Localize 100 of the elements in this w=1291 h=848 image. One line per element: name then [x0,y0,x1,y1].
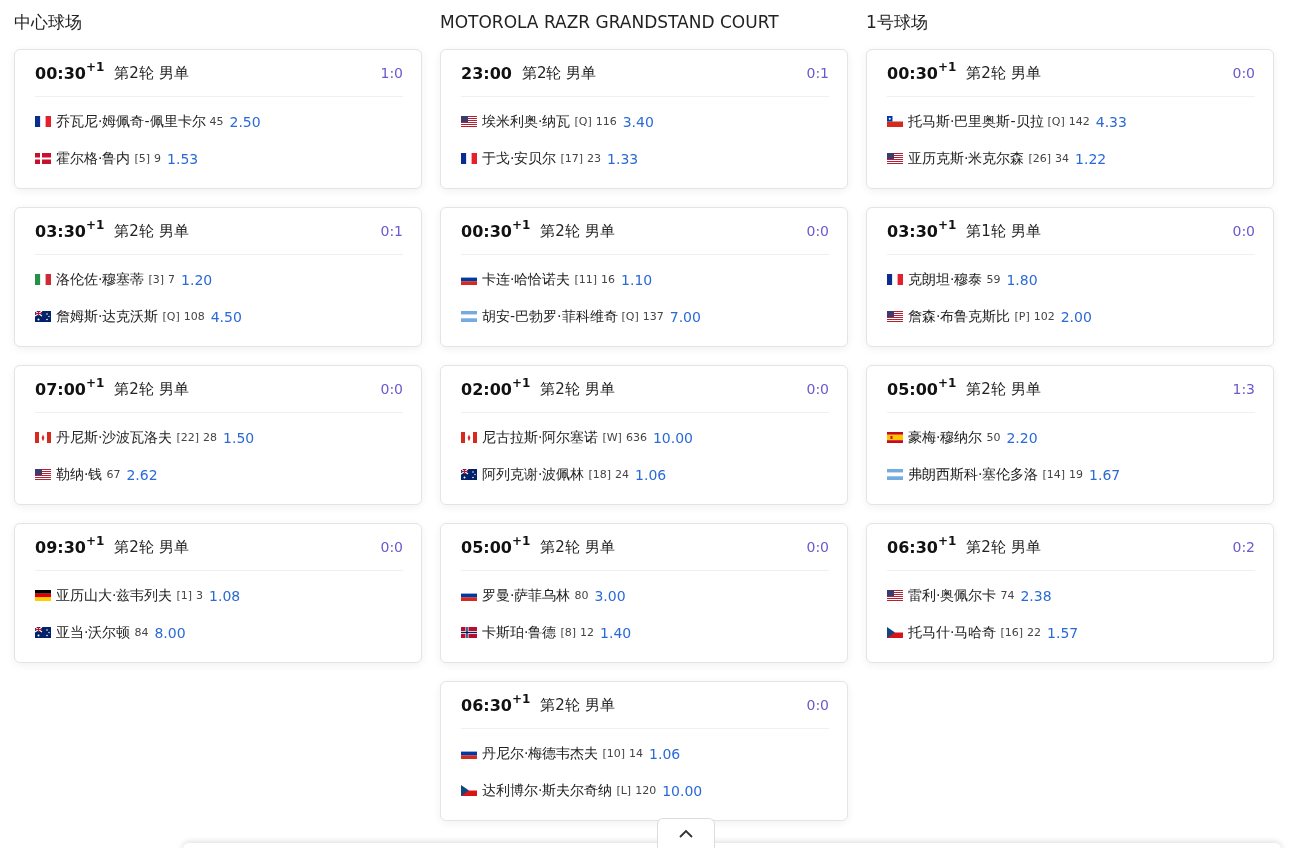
player-ranking: 108 [183,310,205,323]
player-name: 弗朗西斯科·塞伦多洛 [908,465,1039,484]
day-offset: +1 [937,60,957,74]
player-name: 卡连·哈恰诺夫 [482,270,571,289]
match-score: 0:0 [1232,223,1255,239]
match-score: 0:1 [806,65,829,81]
player-ranking: 19 [1069,468,1084,481]
match-card[interactable]: 02:00$^{+1}$ 第2轮 男单 0:0 尼古拉斯·阿尔塞诺 [W] 636 10.00 阿列克谢·波佩林 [18] 24 1.06 [440,365,848,505]
player-name: 乔瓦尼·姆佩奇-佩里卡尔 [56,112,206,131]
match-card[interactable]: 06:30$^{+1}$ 第2轮 男单 0:2 雷利·奥佩尔卡 74 2.38 托马什·马哈奇 [16] 22 1.57 [866,523,1274,663]
canada-flag-icon [35,432,51,443]
betting-odds[interactable]: 1.33 [607,150,639,167]
canada-flag-icon [461,432,477,443]
betting-odds[interactable]: 1.50 [223,429,255,446]
player-ranking: 9 [154,152,162,165]
player-seed: [11] [574,273,598,286]
round-label: 第2轮 男单 [114,63,189,83]
match-card[interactable]: 09:30$^{+1}$ 第2轮 男单 0:0 亚历山大·兹韦列夫 [1] 3 1.08 亚当·沃尔顿 84 8.00 [14,523,422,663]
court-title: 1号球场 [866,12,929,32]
betting-odds[interactable]: 1.10 [621,271,653,288]
player-name: 丹尼斯·沙波瓦洛夫 [56,428,173,447]
betting-odds[interactable]: 1.40 [600,624,632,641]
betting-odds[interactable]: 8.00 [154,624,186,641]
betting-odds[interactable]: 1.57 [1047,624,1079,641]
caret-up-icon [678,828,694,839]
player-ranking: 120 [635,784,657,797]
australia-flag-icon [35,627,51,638]
match-score: 0:2 [1232,539,1255,555]
match-card[interactable]: 00:30$^{+1}$ 第2轮 男单 1:0 乔瓦尼·姆佩奇-佩里卡尔 45 2.50 霍尔格·鲁内 [5] 9 1.53 [14,49,422,189]
day-offset: +1 [937,376,957,390]
betting-odds[interactable]: 1.06 [649,745,681,762]
player-ranking: 3 [196,589,204,602]
player-ranking: 116 [595,115,617,128]
player-name: 勒纳·钱 [56,465,103,484]
betting-odds[interactable]: 3.00 [594,587,626,604]
scroll-up-button[interactable] [657,818,715,848]
betting-odds[interactable]: 4.33 [1095,113,1127,130]
round-label: 第2轮 男单 [521,63,597,83]
player-ranking: 45 [209,115,224,128]
betting-odds[interactable]: 10.00 [652,429,693,446]
usa-flag-icon [887,153,903,164]
player-name: 罗曼·萨菲乌林 [482,586,571,605]
player-name: 托马斯·巴里奥斯-贝拉 [908,112,1044,131]
betting-odds[interactable]: 10.00 [662,782,703,799]
match-card[interactable]: 07:00$^{+1}$ 第2轮 男单 0:0 丹尼斯·沙波瓦洛夫 [22] 28 1.50 勒纳·钱 67 2.62 [14,365,422,505]
match-card[interactable]: 03:30$^{+1}$ 第2轮 男单 0:1 洛伦佐·穆塞蒂 [3] 7 1.20 詹姆斯·达克沃斯 [Q] 108 4.50 [14,207,422,347]
betting-odds[interactable]: 1.80 [1006,271,1038,288]
player-ranking: 74 [1000,589,1015,602]
player-seed: [P] [1014,310,1030,323]
player-seed: [L] [616,784,632,797]
match-card[interactable]: 00:30$^{+1}$ 第2轮 男单 0:0 卡连·哈恰诺夫 [11] 16 1.10 胡安-巴勃罗·菲科维奇 [Q] 137 7.00 [440,207,848,347]
match-card[interactable]: 05:00$^{+1}$ 第2轮 男单 0:0 罗曼·萨菲乌林 80 3.00 卡斯珀·鲁德 [8] 12 1.40 [440,523,848,663]
player-seed: [Q] [162,310,180,323]
round-label: 第2轮 男单 [114,221,189,241]
day-offset: +1 [511,218,531,232]
match-score: 0:0 [806,697,829,713]
match-card[interactable]: 00:30$^{+1}$ 第2轮 男单 0:0 托马斯·巴里奥斯-贝拉 [Q] 142 4.33 亚历克斯·米克尔森 [26] 34 1.22 [866,49,1274,189]
match-time: 05:00 [887,379,938,399]
denmark-flag-icon [35,153,51,164]
match-time: 09:30 [35,537,86,557]
player-ranking: 34 [1055,152,1070,165]
betting-odds[interactable]: 1.06 [635,466,667,483]
betting-odds[interactable]: 7.00 [669,308,701,325]
betting-odds[interactable]: 2.38 [1020,587,1052,604]
player-name: 托马什·马哈奇 [908,623,997,642]
player-name: 达利博尔·斯夫尔奇纳 [482,781,613,800]
court-title: 中心球场 [14,12,83,32]
player-ranking: 142 [1068,115,1090,128]
match-card[interactable]: 03:30$^{+1}$ 第1轮 男单 0:0 克朗坦·穆泰 59 1.80 詹森·布鲁克斯比 [P] 102 2.00 [866,207,1274,347]
italy-flag-icon [35,274,51,285]
match-card[interactable]: 06:30$^{+1}$ 第2轮 男单 0:0 丹尼尔·梅德韦杰夫 [10] 14 1.06 达利博尔·斯夫尔奇纳 [L] 120 10.00 [440,681,848,821]
australia-flag-icon [35,311,51,322]
player-name: 詹森·布鲁克斯比 [908,307,1011,326]
betting-odds[interactable]: 3.40 [622,113,654,130]
betting-odds[interactable]: 2.50 [229,113,261,130]
player-name: 雷利·奥佩尔卡 [908,586,997,605]
betting-odds[interactable]: 1.67 [1089,466,1121,483]
match-time: 23:00 [461,63,512,83]
player-seed: [Q] [574,115,592,128]
czech-flag-icon [887,627,903,638]
betting-odds[interactable]: 1.22 [1075,150,1107,167]
match-score: 0:0 [806,223,829,239]
usa-flag-icon [461,116,477,127]
chile-flag-icon [887,116,903,127]
match-score: 0:0 [380,381,403,397]
match-card[interactable]: 23:00 第2轮 男单 0:1 埃米利奥·纳瓦 [Q] 116 3.40 于戈·安贝尔 [17] 23 1.33 [440,49,848,189]
match-time: 02:00 [461,379,512,399]
betting-odds[interactable]: 1.53 [167,150,199,167]
australia-flag-icon [461,469,477,480]
betting-odds[interactable]: 2.20 [1006,429,1038,446]
betting-odds[interactable]: 1.20 [181,271,213,288]
player-ranking: 7 [168,273,176,286]
player-name: 亚当·沃尔顿 [56,623,131,642]
betting-odds[interactable]: 1.08 [209,587,241,604]
match-card[interactable]: 05:00$^{+1}$ 第2轮 男单 1:3 豪梅·穆纳尔 50 2.20 弗朗西斯科·塞伦多洛 [14] 19 1.67 [866,365,1274,505]
betting-odds[interactable]: 4.50 [210,308,242,325]
player-ranking: 28 [203,431,218,444]
betting-odds[interactable]: 2.00 [1060,308,1092,325]
betting-odds[interactable]: 2.62 [126,466,158,483]
player-seed: [3] [148,273,165,286]
